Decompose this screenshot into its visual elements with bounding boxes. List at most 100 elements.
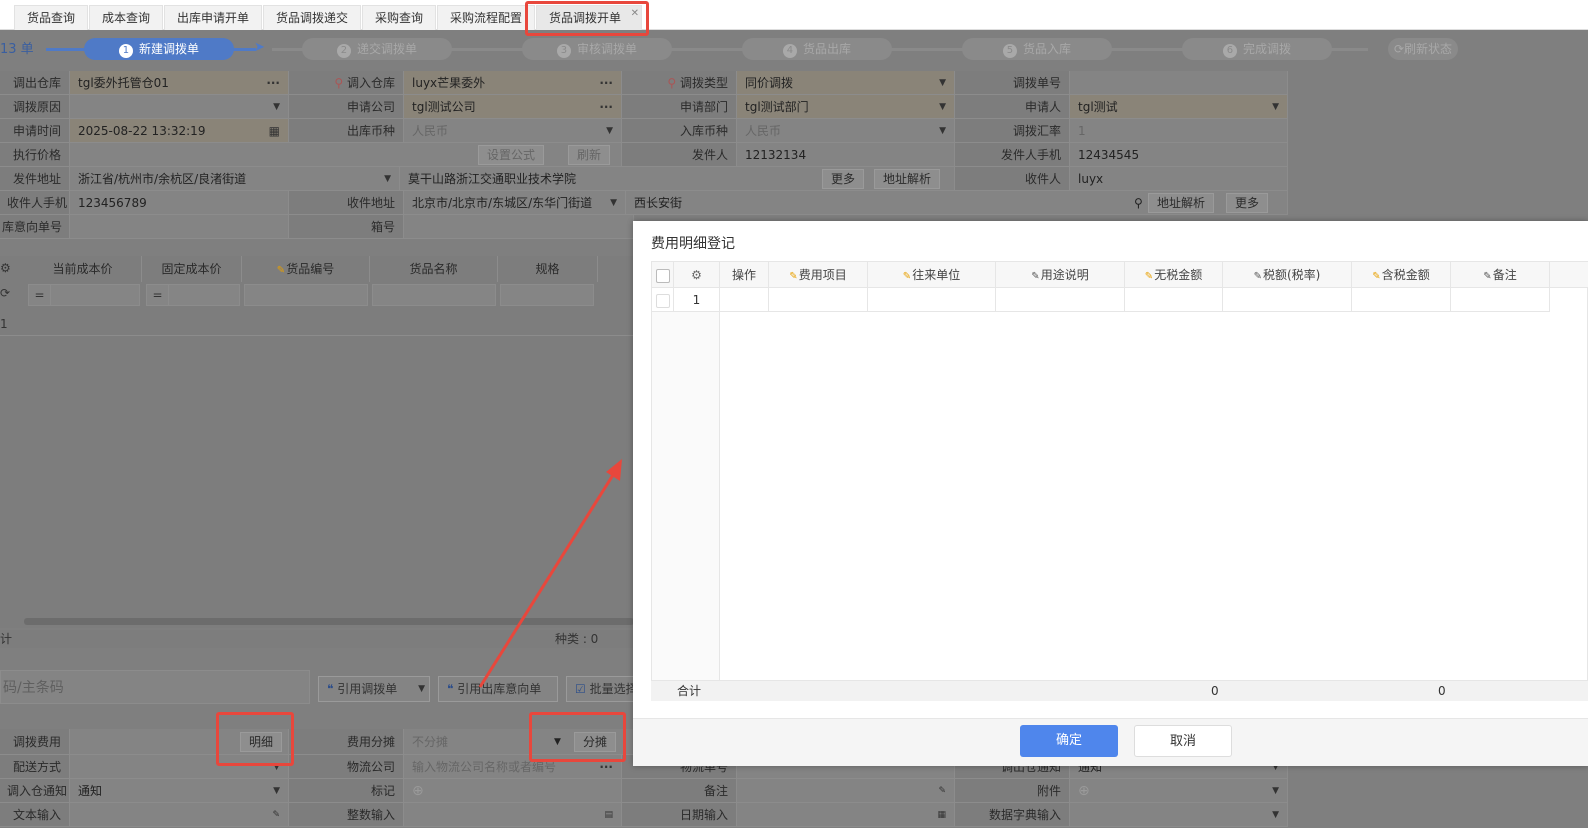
row-checkbox[interactable] [655, 293, 670, 308]
step-number: 5 [1002, 44, 1017, 58]
barcode-input[interactable]: 码/主条码 [0, 670, 310, 704]
sender-field[interactable]: 12132134 [737, 143, 955, 167]
fee-split-value: 不分摊 [412, 735, 449, 749]
tab-label: 货品查询 [27, 11, 76, 25]
calendar-icon[interactable]: ▦ [937, 803, 946, 826]
calculator-icon[interactable]: ▤ [604, 803, 613, 826]
applicant-select[interactable]: tgl测试 ▼ [1070, 95, 1288, 119]
confirm-button[interactable]: 确定 [1020, 725, 1118, 757]
gear-icon[interactable]: ⚙ [0, 261, 11, 275]
refresh-icon[interactable]: ⟳ [0, 286, 10, 300]
date-input-label: 日期输入 [622, 803, 737, 827]
in-warehouse-field[interactable]: luyx芒果委外 ··· [404, 71, 622, 95]
chevron-down-icon: ▼ [1272, 786, 1279, 796]
out-warehouse-value: tgl委外托管仓01 [78, 76, 169, 90]
edit-icon[interactable]: ✎ [938, 779, 946, 802]
select-all-checkbox[interactable] [655, 268, 670, 283]
dict-input-select[interactable]: ▼ [1070, 803, 1288, 827]
box-field[interactable] [404, 215, 634, 239]
header-text: 用途说明 [1040, 268, 1089, 282]
mark-field[interactable]: ⊕ [404, 779, 622, 803]
recv-phone-field[interactable]: 123456789 [70, 191, 289, 215]
filter-fixed-cost[interactable]: = [146, 284, 240, 306]
more-icon[interactable]: ··· [599, 95, 613, 118]
attach-field[interactable]: ⊕ ▼ [1070, 779, 1288, 803]
receiver-label: 收件人 [955, 167, 1070, 191]
box-label: 箱号 [289, 215, 404, 239]
row-remark[interactable] [1451, 288, 1550, 312]
row-fee-item[interactable] [769, 288, 868, 312]
intent-no-field[interactable] [70, 215, 289, 239]
rate-label: 调拨汇率 [955, 119, 1070, 143]
tab-outbound-apply[interactable]: 出库申请开单 [164, 5, 263, 30]
step-label: 递交调拨单 [356, 42, 417, 56]
row-partner[interactable] [868, 288, 996, 312]
in-notice-label: 调入仓通知 [0, 779, 70, 803]
ref-transfer-button[interactable]: ❝ 引用调拨单 ▼ [318, 676, 430, 702]
parse-address-button[interactable]: 地址解析 [874, 169, 941, 189]
edit-icon[interactable]: ✎ [272, 803, 280, 826]
remark-field[interactable]: ✎ [737, 779, 955, 803]
row-purpose[interactable] [996, 288, 1125, 312]
modal-footer: 确定 取消 [633, 718, 1588, 766]
company-field[interactable]: tgl测试公司 ··· [404, 95, 622, 119]
add-circle-icon[interactable]: ⊕ [1078, 783, 1090, 799]
sender-phone-field[interactable]: 12434545 [1070, 143, 1288, 167]
filter-goods-name[interactable] [372, 284, 496, 306]
receiver-field[interactable]: luyx [1070, 167, 1288, 191]
dept-select[interactable]: tgl测试部门 ▼ [737, 95, 955, 119]
row-operation[interactable] [720, 288, 769, 312]
more-button[interactable]: 更多 [822, 169, 865, 189]
row-taxed[interactable] [1352, 288, 1451, 312]
transfer-type-value: 同价调拨 [745, 76, 794, 90]
refresh-status-button[interactable]: ⟳刷新状态 [1388, 38, 1458, 60]
remark-label: 备注 [622, 779, 737, 803]
filter-spec[interactable] [500, 284, 594, 306]
reason-select[interactable]: ▼ [70, 95, 289, 119]
set-formula-button[interactable]: 设置公式 [478, 145, 545, 165]
rate-value: 1 [1078, 124, 1086, 138]
date-input-field[interactable]: ▦ [737, 803, 955, 827]
parse-address-button[interactable]: 地址解析 [1148, 193, 1215, 213]
progress-steps: 13 单 ➤ 1 新建调拨单 2 递交调拨单 3 审核调拨单 4 货品出库 5 货品入库 … [0, 30, 1588, 66]
in-currency-select[interactable]: 人民币 ▼ [737, 119, 955, 143]
calendar-icon[interactable]: ▦ [269, 119, 280, 142]
recv-address-detail[interactable]: 西长安街 ⚲ 地址解析 更多 [626, 191, 1288, 215]
chevron-down-icon: ▼ [1272, 810, 1279, 820]
tab-transfer-submit[interactable]: 货品调拨递交 [263, 5, 362, 30]
time-field[interactable]: 2025-08-22 13:32:19 ▦ [70, 119, 289, 143]
header-text: 往来单位 [912, 268, 961, 282]
chevron-down-icon: ▼ [384, 174, 391, 184]
order-no-field [1070, 71, 1288, 95]
more-icon[interactable]: ··· [266, 71, 280, 94]
add-circle-icon[interactable]: ⊕ [412, 783, 424, 799]
location-pin-icon[interactable]: ⚲ [1134, 191, 1143, 214]
in-currency-value: 人民币 [745, 124, 782, 138]
int-input-field[interactable]: ▤ [404, 803, 622, 827]
send-address-detail[interactable]: 莫干山路浙江交通职业技术学院 更多 地址解析 [400, 167, 955, 191]
col-taxed: ✎含税金额 [1352, 262, 1451, 288]
filter-goods-code[interactable] [244, 284, 368, 306]
tab-goods-query[interactable]: 货品查询 [14, 5, 89, 30]
more-icon[interactable]: ··· [599, 71, 613, 94]
tab-cost-query[interactable]: 成本查询 [89, 5, 164, 30]
cancel-button[interactable]: 取消 [1134, 725, 1232, 757]
out-warehouse-field[interactable]: tgl委外托管仓01 ··· [70, 71, 289, 95]
header-filler [1550, 262, 1588, 288]
refresh-button[interactable]: 刷新 [568, 145, 611, 165]
tab-purchase-query[interactable]: 采购查询 [362, 5, 437, 30]
send-region-select[interactable]: 浙江省/杭州市/余杭区/良渚街道 ▼ [70, 167, 400, 191]
out-currency-select[interactable]: 人民币 ▼ [404, 119, 622, 143]
filter-current-cost[interactable]: = [28, 284, 140, 306]
transfer-type-select[interactable]: 同价调拨 ▼ [737, 71, 955, 95]
text-input-field[interactable]: ✎ [70, 803, 289, 827]
row-tax[interactable] [1223, 288, 1352, 312]
in-notice-value: 通知 [78, 784, 103, 798]
recv-region-select[interactable]: 北京市/北京市/东城区/东华门街道 ▼ [404, 191, 626, 215]
in-notice-select[interactable]: 通知 ▼ [70, 779, 289, 803]
more-button[interactable]: 更多 [1226, 193, 1269, 213]
gear-icon[interactable]: ⚙ [691, 268, 702, 282]
tab-purchase-flow[interactable]: 采购流程配置 [437, 5, 536, 30]
row-untaxed[interactable] [1125, 288, 1223, 312]
chevron-down-icon: ▼ [418, 684, 425, 694]
